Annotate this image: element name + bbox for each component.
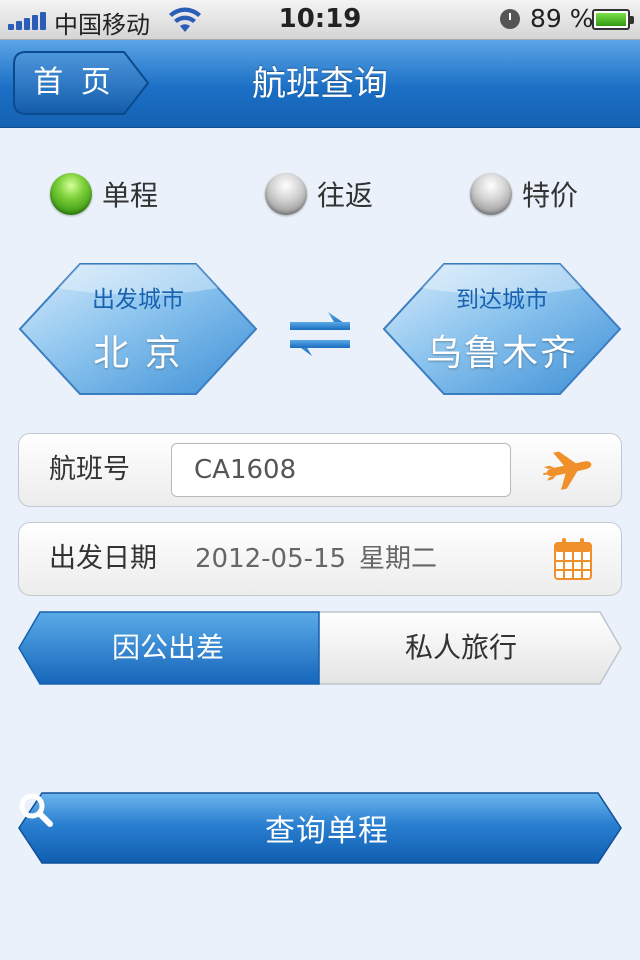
segment-business-trip[interactable]: 因公出差 (18, 611, 318, 685)
status-bar: 中国移动 10:19 89 % (0, 0, 640, 40)
battery-percentage: 89 % (530, 4, 594, 33)
arrival-city-button[interactable]: 到达城市 乌鲁木齐 (382, 262, 622, 396)
arrival-caption: 到达城市 (456, 287, 548, 313)
radio-unselected-icon (265, 173, 307, 215)
airplane-icon[interactable] (543, 448, 593, 492)
calendar-icon[interactable] (554, 538, 592, 580)
radio-unselected-icon (470, 173, 512, 215)
swap-cities-icon[interactable] (288, 310, 352, 360)
radio-round-trip-label: 往返 (317, 179, 374, 212)
battery-icon (592, 9, 634, 30)
arrival-city-name: 乌鲁木齐 (425, 333, 578, 374)
radio-one-way[interactable]: 单程 (50, 172, 158, 216)
search-button-label: 查询单程 (265, 814, 389, 849)
departure-city-name: 北 京 (93, 333, 183, 374)
search-button[interactable]: 查询单程 (18, 792, 622, 864)
flight-number-label: 航班号 (49, 454, 130, 485)
departure-date-value: 2012-05-15 (195, 544, 347, 574)
departure-city-button[interactable]: 出发城市 北 京 (18, 262, 258, 396)
radio-special-price[interactable]: 特价 (470, 172, 578, 216)
rotation-lock-icon (500, 9, 520, 29)
radio-round-trip[interactable]: 往返 (265, 172, 373, 216)
departure-date-label: 出发日期 (49, 543, 157, 574)
radio-one-way-label: 单程 (102, 179, 159, 212)
departure-caption: 出发城市 (92, 287, 184, 313)
flight-number-row: 航班号 (18, 433, 622, 507)
navigation-bar: 首 页 航班查询 (0, 40, 640, 128)
departure-date-row[interactable]: 出发日期 2012-05-15 星期二 (18, 522, 622, 596)
search-icon (19, 793, 53, 827)
travel-purpose-segment: 因公出差 私人旅行 (18, 611, 622, 685)
flight-number-input[interactable] (171, 443, 511, 497)
radio-selected-icon (50, 173, 92, 215)
segment-personal-trip[interactable]: 私人旅行 (318, 611, 604, 685)
radio-special-price-label: 特价 (522, 179, 579, 212)
departure-weekday: 星期二 (359, 544, 438, 574)
page-title: 航班查询 (252, 64, 388, 104)
